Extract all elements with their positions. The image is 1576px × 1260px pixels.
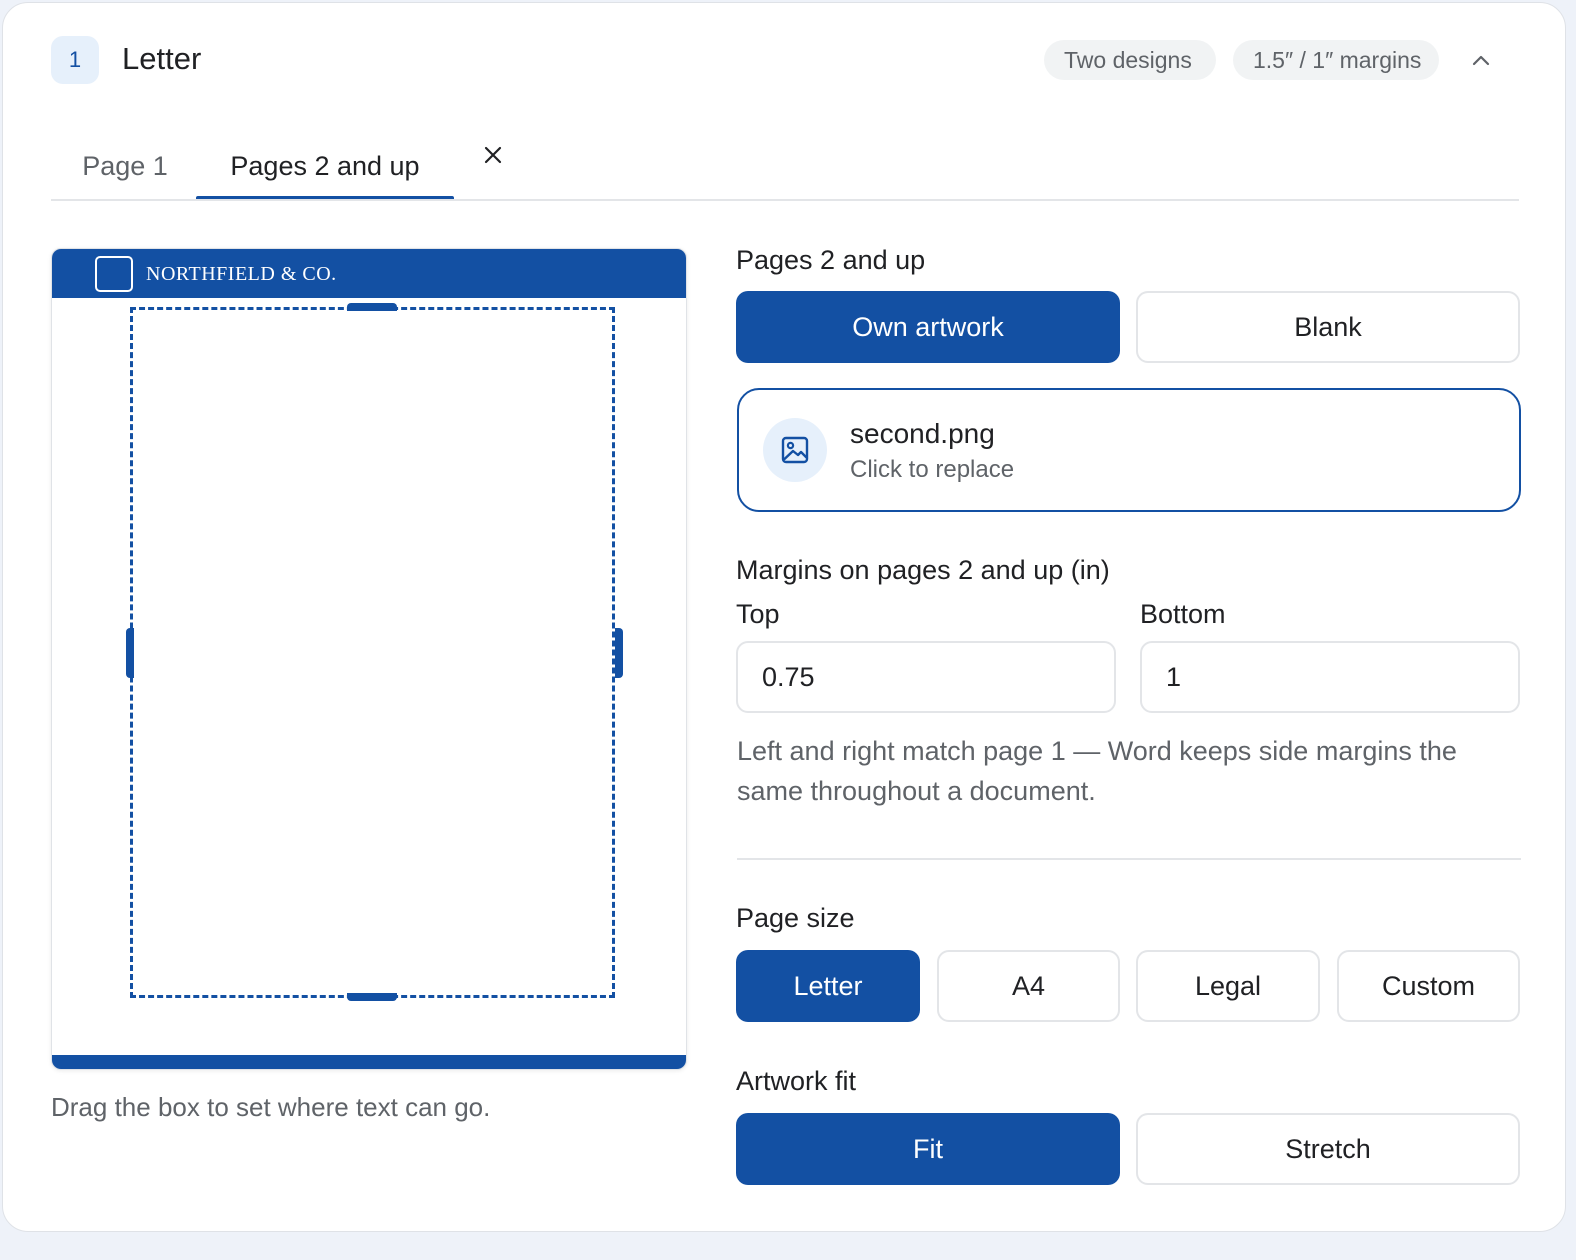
margins-chip: 1.5″ / 1″ margins [1233, 40, 1439, 80]
preview-caption: Drag the box to set where text can go. [51, 1092, 491, 1122]
bottom-margin-input[interactable] [1140, 641, 1520, 713]
blank-button[interactable]: Blank [1136, 291, 1520, 363]
preview-footer-band [52, 1055, 686, 1069]
page-size-a4-button[interactable]: A4 [937, 950, 1120, 1022]
margins-section-label: Margins on pages 2 and up (in) [736, 555, 1110, 585]
pages-section-label: Pages 2 and up [736, 245, 926, 275]
resize-handle-top[interactable] [347, 303, 397, 311]
close-tab-button[interactable] [473, 135, 513, 175]
tab-pages-2-and-up[interactable]: Pages 2 and up [196, 131, 454, 201]
image-icon [781, 436, 809, 464]
stretch-button[interactable]: Stretch [1136, 1113, 1520, 1185]
resize-handle-bottom[interactable] [347, 993, 397, 1001]
close-icon [484, 146, 502, 164]
step-number-badge: 1 [51, 36, 99, 84]
page-size-letter-button[interactable]: Letter [736, 950, 920, 1022]
artwork-fit-label: Artwork fit [736, 1066, 857, 1096]
page-preview: NORTHFIELD & CO. [51, 248, 687, 1070]
company-name: NORTHFIELD & CO. [146, 263, 337, 285]
chevron-up-icon [1472, 55, 1490, 66]
replace-hint: Click to replace [850, 456, 1015, 483]
letter-title: Letter [122, 41, 202, 76]
file-name: second.png [850, 418, 995, 449]
file-icon-wrap [763, 418, 827, 482]
own-artwork-button[interactable]: Own artwork [736, 291, 1120, 363]
fit-button[interactable]: Fit [736, 1113, 1120, 1185]
tab-page-1[interactable]: Page 1 [63, 131, 187, 201]
resize-handle-left[interactable] [126, 628, 134, 678]
resize-handle-right[interactable] [615, 628, 623, 678]
logo-mark [95, 256, 133, 292]
collapse-button[interactable] [1459, 39, 1503, 83]
page-size-custom-button[interactable]: Custom [1337, 950, 1520, 1022]
tabs-divider [51, 199, 1519, 201]
margins-helper-text: Left and right match page 1 — Word keeps… [737, 736, 1457, 806]
top-margin-input[interactable] [736, 641, 1116, 713]
page-size-label: Page size [736, 903, 855, 933]
section-divider [737, 858, 1521, 860]
top-margin-label: Top [736, 599, 780, 629]
designs-chip: Two designs [1044, 40, 1216, 80]
text-area-box[interactable] [126, 303, 623, 1001]
bottom-margin-label: Bottom [1140, 599, 1226, 629]
letter-settings-card: 1 Letter Two designs 1.5″ / 1″ margins P… [2, 2, 1566, 1232]
artwork-file-card[interactable]: second.png Click to replace [737, 388, 1521, 512]
page-size-legal-button[interactable]: Legal [1136, 950, 1320, 1022]
